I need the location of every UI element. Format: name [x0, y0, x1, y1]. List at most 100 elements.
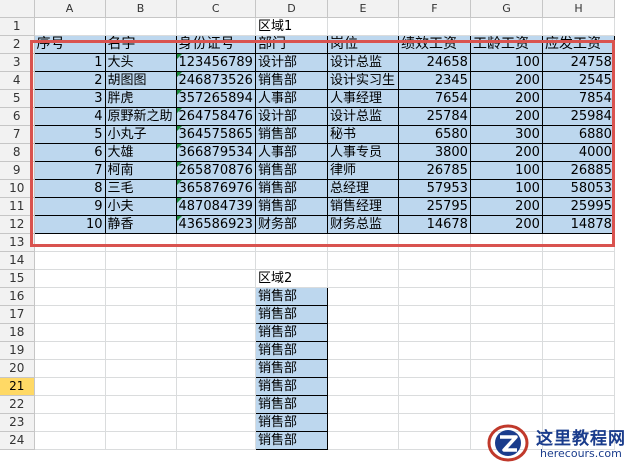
cell[interactable] — [327, 269, 399, 288]
table-cell[interactable]: 人事部 — [254, 142, 328, 162]
table-cell[interactable]: 秘书 — [326, 124, 399, 144]
row-header[interactable]: 19 — [0, 341, 35, 360]
table-cell[interactable]: 财务总监 — [326, 214, 399, 234]
row-header[interactable]: 9 — [0, 161, 35, 180]
cell[interactable] — [327, 377, 399, 396]
table-cell[interactable]: 200 — [469, 214, 543, 234]
table-cell[interactable]: 436586923 — [175, 214, 256, 234]
table-cell[interactable]: 4 — [33, 106, 106, 126]
cell[interactable] — [34, 251, 106, 270]
table-cell[interactable]: 58053 — [541, 178, 615, 198]
cell[interactable] — [105, 17, 177, 36]
cell[interactable] — [176, 431, 256, 450]
cell[interactable] — [470, 305, 543, 324]
cell[interactable] — [398, 233, 471, 252]
table-cell[interactable]: 123456789 — [175, 52, 256, 72]
table-cell[interactable]: 3800 — [397, 142, 471, 162]
cell[interactable] — [542, 251, 615, 270]
table-cell[interactable]: 365876976 — [175, 178, 256, 198]
table-cell[interactable]: 26885 — [541, 160, 615, 180]
table-cell[interactable]: 24658 — [397, 52, 471, 72]
column-header[interactable]: F — [398, 0, 471, 18]
table-cell[interactable]: 设计部 — [254, 52, 328, 72]
cell[interactable] — [105, 305, 177, 324]
table-cell[interactable]: 律师 — [326, 160, 399, 180]
table-cell[interactable]: 销售部 — [254, 160, 328, 180]
cell[interactable] — [105, 251, 177, 270]
cell[interactable] — [398, 17, 471, 36]
row-header[interactable]: 18 — [0, 323, 35, 342]
table-cell[interactable]: 2345 — [397, 70, 471, 90]
region2-cell[interactable]: 销售部 — [254, 340, 328, 360]
cell[interactable] — [398, 431, 471, 450]
column-header[interactable]: D — [255, 0, 328, 18]
cell[interactable] — [105, 233, 177, 252]
cell[interactable] — [398, 377, 471, 396]
table-header-cell[interactable]: 序号 — [33, 34, 106, 54]
table-cell[interactable]: 24758 — [541, 52, 615, 72]
cell[interactable] — [176, 305, 256, 324]
cell[interactable] — [34, 395, 106, 414]
cell[interactable] — [176, 251, 256, 270]
table-cell[interactable]: 10 — [33, 214, 106, 234]
table-cell[interactable]: 小夫 — [104, 196, 177, 216]
row-header[interactable]: 14 — [0, 251, 35, 270]
table-cell[interactable]: 设计部 — [254, 106, 328, 126]
cell[interactable] — [398, 395, 471, 414]
cell[interactable] — [470, 395, 543, 414]
table-cell[interactable]: 销售经理 — [326, 196, 399, 216]
cell[interactable] — [327, 413, 399, 432]
table-cell[interactable]: 静香 — [104, 214, 177, 234]
region1-label[interactable]: 区域1 — [255, 17, 328, 36]
table-header-cell[interactable]: 部门 — [254, 34, 328, 54]
cell[interactable] — [542, 17, 615, 36]
cell[interactable] — [470, 323, 543, 342]
row-header[interactable]: 21 — [0, 377, 35, 396]
cell[interactable] — [542, 233, 615, 252]
table-cell[interactable]: 200 — [469, 88, 543, 108]
cell[interactable] — [176, 395, 256, 414]
table-cell[interactable]: 7654 — [397, 88, 471, 108]
cell[interactable] — [176, 359, 256, 378]
cell[interactable] — [398, 287, 471, 306]
cell[interactable] — [34, 17, 106, 36]
table-cell[interactable]: 柯南 — [104, 160, 177, 180]
region2-cell[interactable]: 销售部 — [254, 286, 328, 306]
region2-cell[interactable]: 销售部 — [254, 394, 328, 414]
cell[interactable] — [327, 395, 399, 414]
table-cell[interactable]: 9 — [33, 196, 106, 216]
row-header[interactable]: 10 — [0, 179, 35, 198]
table-cell[interactable]: 246873526 — [175, 70, 256, 90]
table-cell[interactable]: 销售部 — [254, 196, 328, 216]
cell[interactable] — [470, 359, 543, 378]
region2-cell[interactable]: 销售部 — [254, 358, 328, 378]
table-cell[interactable]: 财务部 — [254, 214, 328, 234]
cell[interactable] — [398, 413, 471, 432]
select-all-corner[interactable] — [0, 0, 35, 18]
table-cell[interactable]: 25995 — [541, 196, 615, 216]
cell[interactable] — [327, 323, 399, 342]
table-cell[interactable]: 14878 — [541, 214, 615, 234]
table-cell[interactable]: 2 — [33, 70, 106, 90]
table-cell[interactable]: 265870876 — [175, 160, 256, 180]
table-cell[interactable]: 200 — [469, 142, 543, 162]
cell[interactable] — [176, 233, 256, 252]
table-cell[interactable]: 6 — [33, 142, 106, 162]
table-cell[interactable]: 357265894 — [175, 88, 256, 108]
cell[interactable] — [470, 287, 543, 306]
table-cell[interactable]: 三毛 — [104, 178, 177, 198]
row-header[interactable]: 16 — [0, 287, 35, 306]
cell[interactable] — [105, 341, 177, 360]
cell[interactable] — [398, 359, 471, 378]
table-cell[interactable]: 大头 — [104, 52, 177, 72]
row-header[interactable]: 6 — [0, 107, 35, 126]
row-header[interactable]: 22 — [0, 395, 35, 414]
cell[interactable] — [327, 341, 399, 360]
cell[interactable] — [542, 341, 615, 360]
table-cell[interactable]: 8 — [33, 178, 106, 198]
cell[interactable] — [105, 359, 177, 378]
table-cell[interactable]: 366879534 — [175, 142, 256, 162]
region2-cell[interactable]: 销售部 — [254, 322, 328, 342]
cell[interactable] — [542, 287, 615, 306]
cell[interactable] — [34, 359, 106, 378]
